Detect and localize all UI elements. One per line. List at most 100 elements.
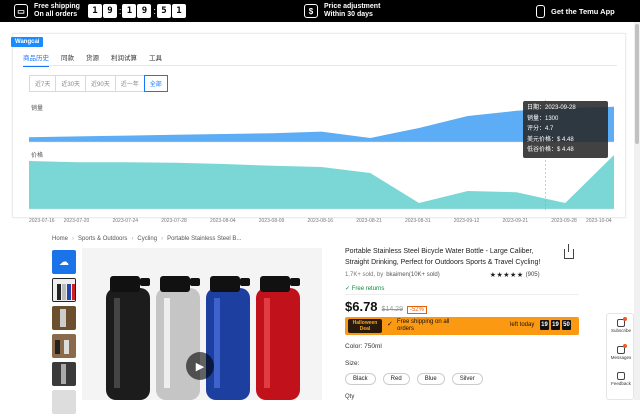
x-tick-label: 2023-07-24 <box>113 218 139 224</box>
promo-shipping: Free shipping on all orders <box>397 319 450 332</box>
page-scrollbar[interactable] <box>634 22 640 400</box>
halloween-deal-badge: Halloween Deal <box>348 319 382 333</box>
notification-dot <box>623 344 627 348</box>
thumbnail-1[interactable] <box>52 278 76 302</box>
x-tick-label: 2023-08-31 <box>405 218 431 224</box>
x-tick-label: 2023-09-28 <box>551 218 577 224</box>
discount-badge: -52% <box>406 306 427 314</box>
free-returns-label: Free returns <box>351 286 385 292</box>
x-tick-label: 2023-10-04 <box>586 218 612 224</box>
x-tick-label: 2023-07-28 <box>161 218 187 224</box>
breadcrumb-sports[interactable]: Sports & Outdoors <box>78 236 127 242</box>
review-count[interactable]: (905) <box>526 272 540 278</box>
sales-axis-label: 销量 <box>31 104 43 112</box>
breadcrumb-cycling[interactable]: Cycling <box>137 236 157 242</box>
range-1y[interactable]: 近一年 <box>114 75 145 92</box>
breadcrumb-current: Portable Stainless Steel B... <box>167 236 242 242</box>
x-tick-label: 2023-08-21 <box>356 218 382 224</box>
truck-icon: ▭ <box>14 4 28 18</box>
price-area <box>29 155 614 209</box>
phone-icon <box>536 5 545 18</box>
free-returns: ✓ Free returns <box>345 286 385 292</box>
tooltip-rating: 评分：4.7 <box>527 126 554 132</box>
thumbnail-2[interactable] <box>52 306 76 330</box>
chart-tooltip: 日期：2023-09-28 销量：1300 评分：4.7 美元价格：$ 4.48… <box>523 101 608 158</box>
promo-banner: Halloween Deal ✓ Free shipping on all or… <box>345 317 579 335</box>
product-main-image[interactable]: ▶ <box>82 248 322 400</box>
timer-digit: 1 <box>87 4 102 18</box>
range-7d[interactable]: 近7天 <box>29 75 57 92</box>
x-tick-label: 2023-08-04 <box>210 218 236 224</box>
feedback-button[interactable]: Feedback <box>607 372 635 386</box>
thumbnail-3[interactable] <box>52 334 76 358</box>
price-history-panel: Wangcai 商品历史 同款 货源 利润试算 工具 近7天 近30天 近90天… <box>11 33 626 224</box>
range-90d[interactable]: 近90天 <box>85 75 116 92</box>
play-icon[interactable]: ▶ <box>186 352 214 380</box>
get-app-label: Get the Temu App <box>551 6 615 16</box>
option-silver[interactable]: Silver <box>451 373 483 385</box>
option-blue[interactable]: Blue <box>416 373 445 385</box>
timer-digit: 9 <box>137 4 152 18</box>
current-price: $6.78 <box>345 299 378 314</box>
free-shipping-block[interactable]: ▭ Free shipping On all orders 1 9 : 1 9 … <box>14 3 187 19</box>
price-adjustment-block[interactable]: $ Price adjustment Within 30 days <box>304 3 380 19</box>
info-divider <box>345 294 579 295</box>
tooltip-low-price: 低谷价格：$ 4.48 <box>527 147 574 153</box>
color-label: Color: 750ml <box>345 343 382 350</box>
qty-label: Qty <box>345 394 355 400</box>
tooltip-date: 日期：2023-09-28 <box>527 105 576 111</box>
countdown-timer: 1 9 : 1 9 : 5 1 <box>87 4 187 18</box>
promo-timer-seconds: 50 <box>562 320 571 330</box>
check-icon: ✓ <box>387 321 393 328</box>
cloud-play-icon: ☁ <box>59 256 69 268</box>
variant-options: Black Red Blue Silver <box>345 373 490 385</box>
option-black[interactable]: Black <box>345 373 376 385</box>
tooltip-sales: 销量：1300 <box>527 115 559 122</box>
floating-sidebar: Subscribe Messages Feedback <box>606 313 634 400</box>
scrollbar-thumb[interactable] <box>635 24 639 144</box>
price-axis-label: 价格 <box>31 151 43 159</box>
promo-timer: 19 19 50 <box>540 320 573 330</box>
sold-count: 1.7K+ sold, by <box>345 272 384 278</box>
rating-stars[interactable]: ★★★★★ <box>490 271 524 279</box>
x-tick-label: 2023-08-09 <box>259 218 285 224</box>
get-app-block[interactable]: Get the Temu App <box>536 5 615 18</box>
breadcrumb: Home › Sports & Outdoors › Cycling › Portab… <box>52 236 242 242</box>
product-meta: 1.7K+ sold, by bkaimen(10K+ sold) ★★★★★ … <box>345 271 540 279</box>
range-selector: 近7天 近30天 近90天 近一年 全部 <box>29 75 168 92</box>
thumbnail-5[interactable] <box>52 390 76 414</box>
product-title: Portable Stainless Steel Bicycle Water B… <box>345 248 541 266</box>
size-label: Size: <box>345 360 360 367</box>
dollar-icon: $ <box>304 4 318 18</box>
timer-digit: 9 <box>102 4 117 18</box>
notification-dot <box>623 317 627 321</box>
thumbnail-4[interactable] <box>52 362 76 386</box>
option-red[interactable]: Red <box>382 373 410 385</box>
timer-digit: 1 <box>122 4 137 18</box>
feedback-icon <box>617 372 625 380</box>
x-tick-label: 2023-08-16 <box>308 218 334 224</box>
original-price: $14.29 <box>381 306 403 313</box>
promo-bar: ▭ Free shipping On all orders 1 9 : 1 9 … <box>0 0 640 22</box>
range-all[interactable]: 全部 <box>143 75 168 92</box>
free-shipping-sub: On all orders <box>34 11 78 18</box>
extension-badge: Wangcai <box>11 37 44 47</box>
promo-timer-hours: 19 <box>540 320 549 330</box>
breadcrumb-home[interactable]: Home <box>52 236 68 242</box>
range-30d[interactable]: 近30天 <box>55 75 87 92</box>
messages-button[interactable]: Messages <box>607 346 635 360</box>
share-icon[interactable] <box>564 244 574 259</box>
seller-name[interactable]: bkaimen(10K+ sold) <box>386 272 440 278</box>
tooltip-usd-price: 美元价格：$ 4.48 <box>527 136 574 143</box>
subscribe-button[interactable]: Subscribe <box>607 319 635 333</box>
price-adjustment-title: Price adjustment <box>324 3 381 10</box>
timer-digit: 1 <box>171 4 186 18</box>
video-thumbnail[interactable]: ☁ <box>52 250 76 274</box>
timer-digit: 5 <box>156 4 171 18</box>
price-row: $6.78 $14.29 -52% <box>345 299 427 314</box>
messages-label: Messages <box>610 355 632 360</box>
x-tick-label: 2023-09-12 <box>454 218 480 224</box>
tab-divider <box>23 65 617 66</box>
promo-left-today: left today <box>510 322 535 328</box>
x-tick-label: 2023-09-21 <box>503 218 529 224</box>
